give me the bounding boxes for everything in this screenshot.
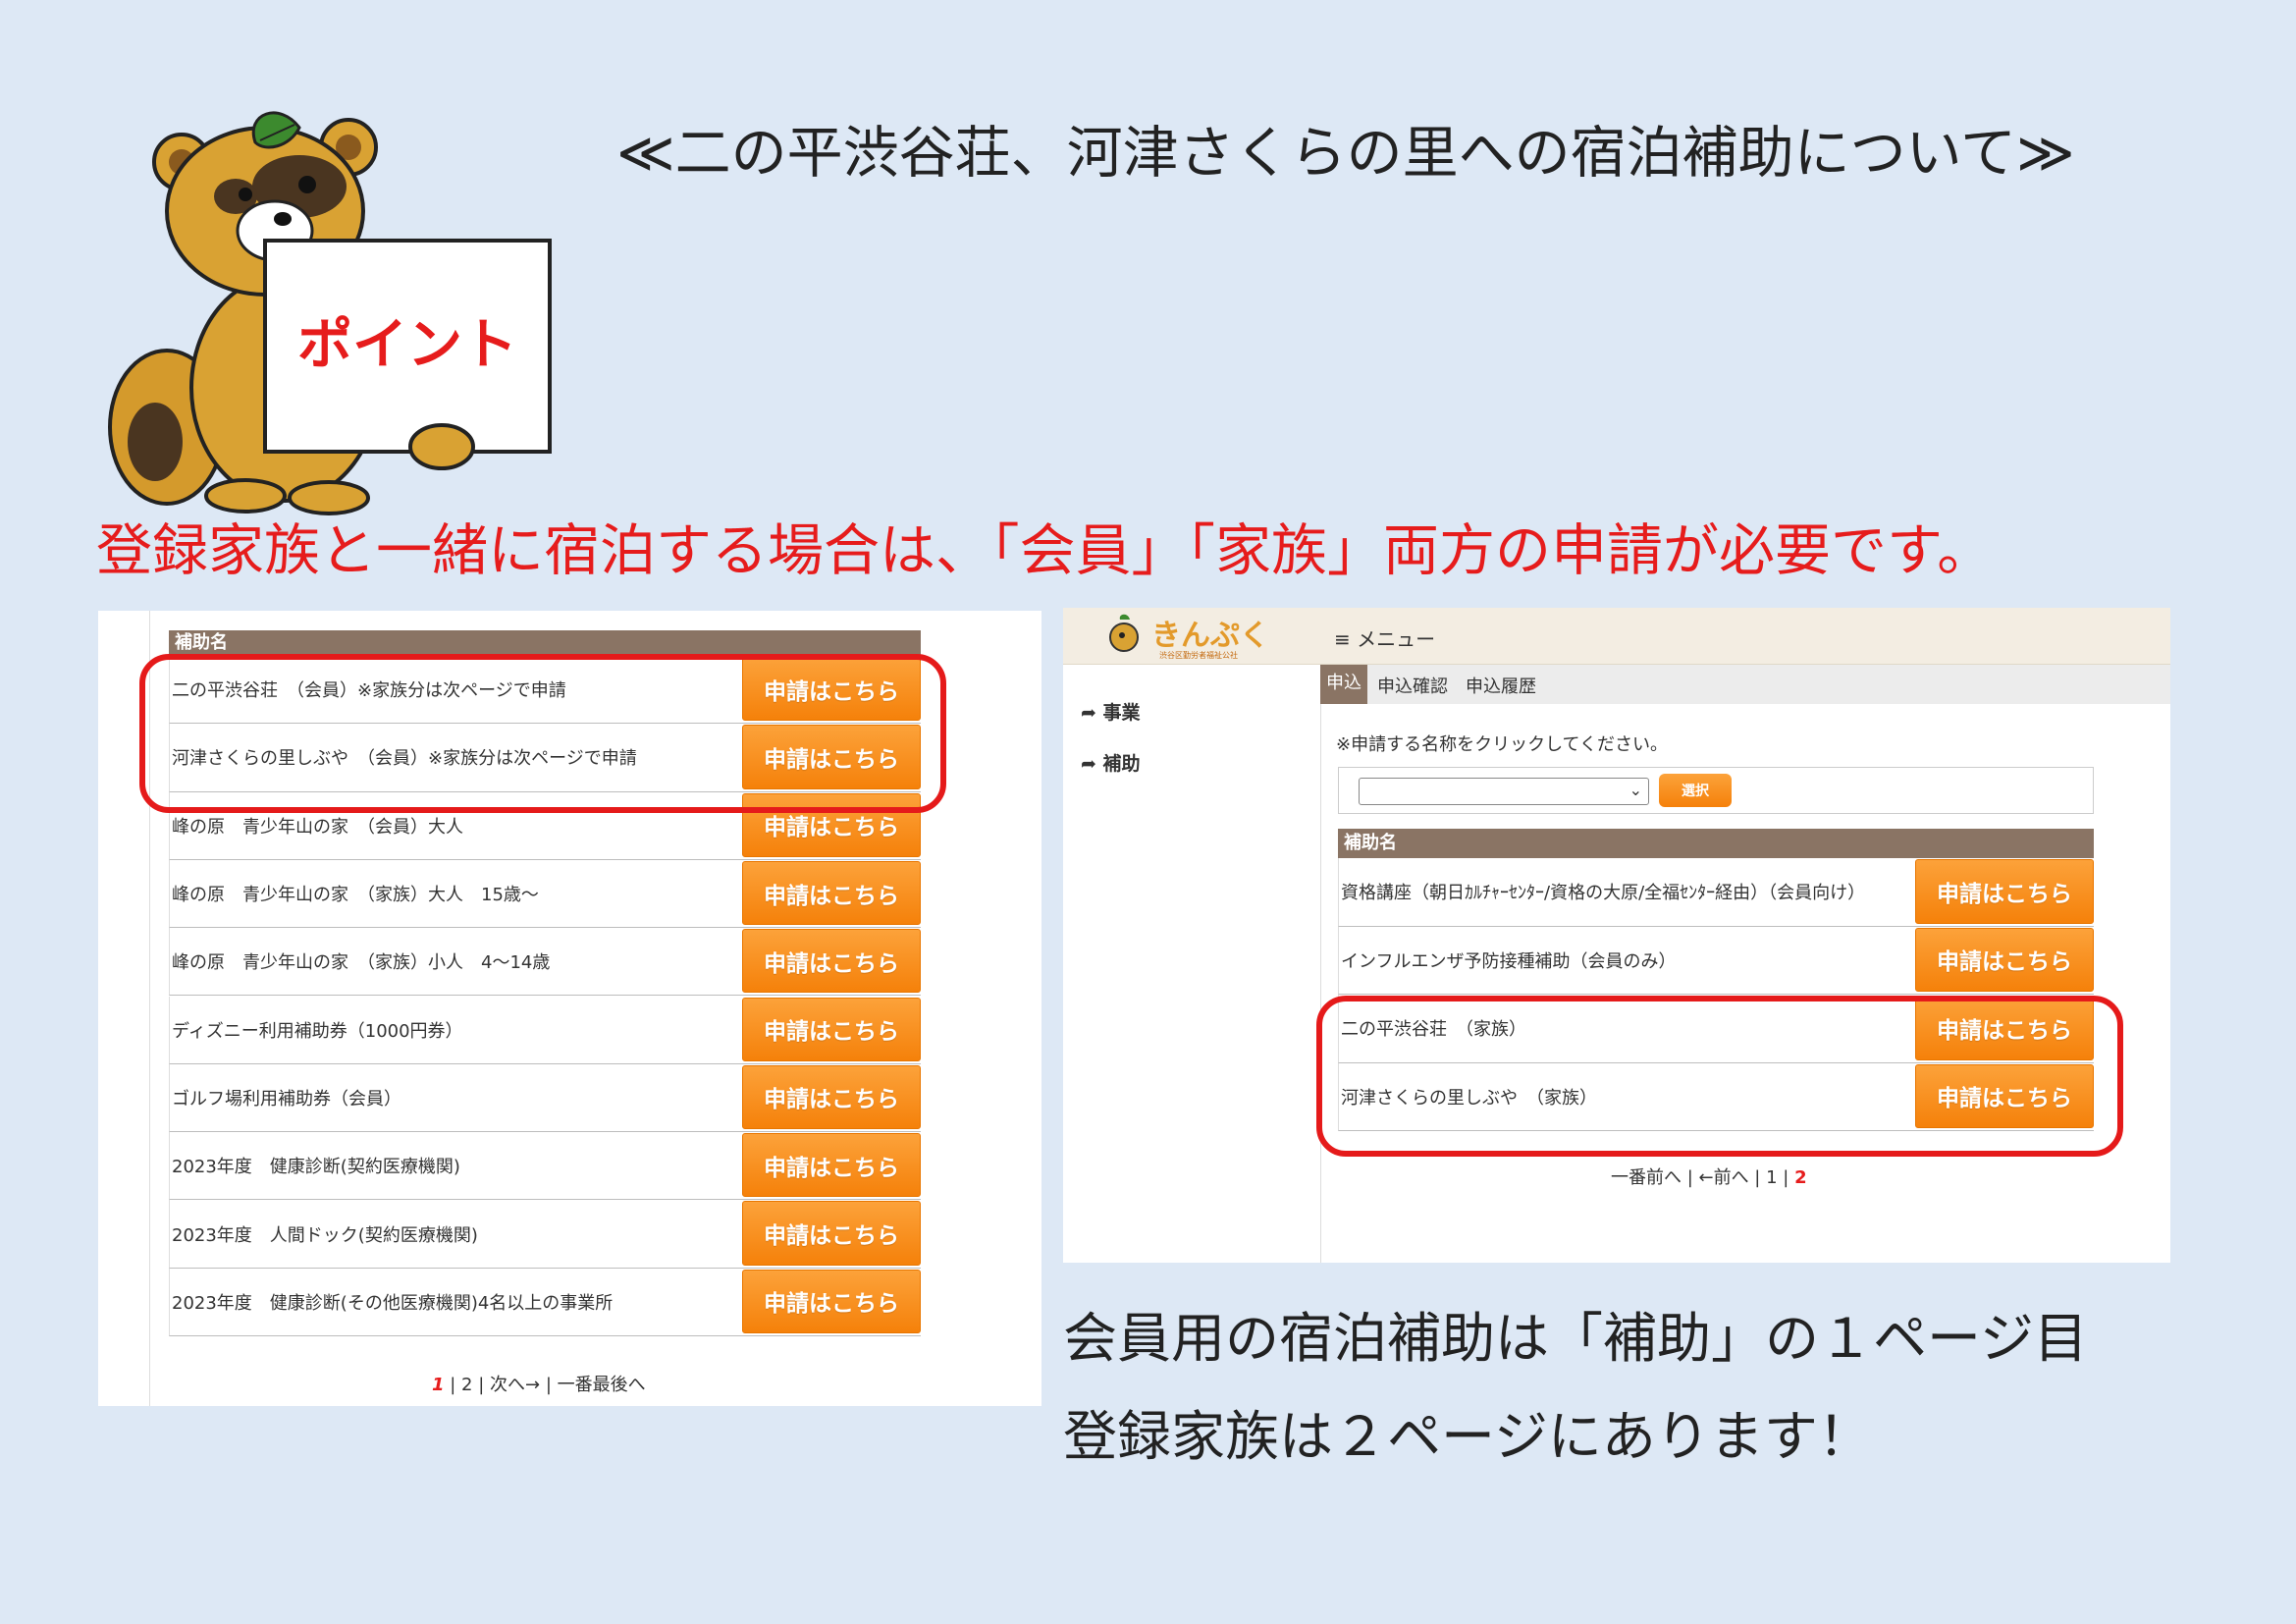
notice-text: 登録家族と一緒に宿泊する場合は、「会員」「家族」両方の申請が必要です。 — [96, 518, 1994, 583]
table-row: 峰の原 青少年山の家 （家族）小人 4～14歳 申請はこちら — [169, 928, 921, 997]
member-subsidy-list-screenshot: 補助名 二の平渋谷荘 （会員）※家族分は次ページで申請 申請はこちら 河津さくらの里… — [98, 611, 1041, 1406]
apply-button[interactable]: 申請はこちら — [742, 1133, 921, 1198]
kinpuku-logo: きんぷく 渋谷区勤労者福祉公社 — [1109, 614, 1269, 660]
table-row: 資格講座（朝日ｶﾙﾁｬｰｾﾝﾀｰ/資格の大原/全福ｾﾝﾀｰ経由）（会員向け） 申請… — [1338, 858, 2094, 927]
page-title: ≪二の平渋谷荘、河津さくらの里への宿泊補助について≫ — [616, 121, 2075, 186]
menu-button[interactable]: ≡ メニュー — [1334, 623, 1435, 652]
subsidy-name[interactable]: ゴルフ場利用補助券（会員） — [172, 1064, 401, 1131]
table-row: 2023年度 健康診断(その他医療機関)4名以上の事業所 申請はこちら — [169, 1268, 921, 1336]
tab-apply-history[interactable]: 申込履歴 — [1460, 671, 1542, 700]
pagination: 一番前へ | ←前へ | 1 | 2 — [1611, 1164, 1807, 1189]
subsidy-name[interactable]: 資格講座（朝日ｶﾙﾁｬｰｾﾝﾀｰ/資格の大原/全福ｾﾝﾀｰ経由）（会員向け） — [1341, 858, 1865, 926]
highlight-box — [1316, 996, 2123, 1157]
table-row: ディズニー利用補助券（1000円券） 申請はこちら — [169, 996, 921, 1064]
share-arrow-icon: ➦ — [1081, 753, 1103, 775]
table-row: インフルエンザ予防接種補助（会員のみ） 申請はこちら — [1338, 926, 2094, 995]
instruction-text: ※申請する名称をクリックしてください。 — [1336, 734, 1669, 755]
subsidy-select[interactable]: ⌄ — [1359, 778, 1649, 805]
mascot-illustration: ポイント — [108, 111, 552, 515]
subsidy-name[interactable]: 2023年度 健康診断(その他医療機関)4名以上の事業所 — [172, 1269, 613, 1335]
subsidy-name[interactable]: インフルエンザ予防接種補助（会員のみ） — [1341, 927, 1676, 995]
family-subsidy-list-screenshot: きんぷく 渋谷区勤労者福祉公社 ≡ メニュー ➦ 事業 ➦ 補助 申込 申込確認… — [1063, 608, 2170, 1263]
table-row: 峰の原 青少年山の家 （家族）大人 15歳～ 申請はこちら — [169, 859, 921, 929]
subsidy-name[interactable]: 峰の原 青少年山の家 （家族）大人 15歳～ — [172, 860, 539, 927]
tab-apply[interactable]: 申込 — [1320, 665, 1367, 704]
logo-text: きんぷく — [1151, 619, 1269, 653]
page-current[interactable]: 1 — [432, 1375, 445, 1395]
share-arrow-icon: ➦ — [1081, 702, 1103, 724]
page-links[interactable]: 一番前へ | ←前へ | 1 | — [1611, 1167, 1789, 1188]
page-links[interactable]: | 2 | 次へ→ | 一番最後へ — [450, 1375, 645, 1395]
apply-button[interactable]: 申請はこちら — [742, 929, 921, 994]
apply-button[interactable]: 申請はこちら — [1915, 859, 2094, 924]
tab-apply-confirm[interactable]: 申込確認 — [1371, 671, 1454, 700]
subsidy-name[interactable]: 峰の原 青少年山の家 （家族）小人 4～14歳 — [172, 928, 550, 995]
highlight-box — [139, 654, 946, 813]
tab-bar: 申込 申込確認 申込履歴 — [1320, 665, 2170, 704]
pagination: 1 | 2 | 次へ→ | 一番最後へ — [432, 1371, 646, 1396]
table-row: 2023年度 健康診断(契約医療機関) 申請はこちら — [169, 1132, 921, 1201]
app-header: きんぷく 渋谷区勤労者福祉公社 ≡ メニュー — [1063, 608, 2170, 665]
subsidy-name[interactable]: ディズニー利用補助券（1000円券） — [172, 997, 463, 1063]
sidebar-item-business[interactable]: ➦ 事業 — [1081, 698, 1141, 725]
apply-button[interactable]: 申請はこちら — [742, 1064, 921, 1130]
table-row: ゴルフ場利用補助券（会員） 申請はこちら — [169, 1063, 921, 1133]
sidebar-item-subsidy[interactable]: ➦ 補助 — [1081, 749, 1141, 776]
logo-subtext: 渋谷区勤労者福祉公社 — [1159, 650, 1238, 660]
apply-button[interactable]: 申請はこちら — [742, 1201, 921, 1266]
page-current[interactable]: 2 — [1794, 1167, 1807, 1188]
note-line-1: 会員用の宿泊補助は「補助」の１ページ目 — [1063, 1307, 2088, 1370]
apply-button[interactable]: 申請はこちら — [1915, 927, 2094, 992]
apply-button[interactable]: 申請はこちら — [742, 997, 921, 1061]
mascot-sign-text: ポイント — [297, 313, 517, 377]
chevron-down-icon: ⌄ — [1629, 781, 1642, 799]
sidebar: ➦ 事業 ➦ 補助 — [1063, 665, 1321, 1263]
select-button[interactable]: 選択 — [1659, 774, 1732, 807]
apply-button[interactable]: 申請はこちら — [742, 1269, 921, 1333]
subsidy-name[interactable]: 2023年度 人間ドック(契約医療機関) — [172, 1200, 478, 1267]
select-form: ⌄ 選択 — [1338, 767, 2094, 814]
table-header: 補助名 — [169, 630, 921, 656]
subsidy-name[interactable]: 2023年度 健康診断(契約医療機関) — [172, 1132, 460, 1199]
apply-button[interactable]: 申請はこちら — [742, 860, 921, 926]
table-row: 2023年度 人間ドック(契約医療機関) 申請はこちら — [169, 1200, 921, 1269]
note-line-2: 登録家族は２ページにあります！ — [1063, 1405, 1872, 1468]
table-header: 補助名 — [1338, 829, 2094, 858]
